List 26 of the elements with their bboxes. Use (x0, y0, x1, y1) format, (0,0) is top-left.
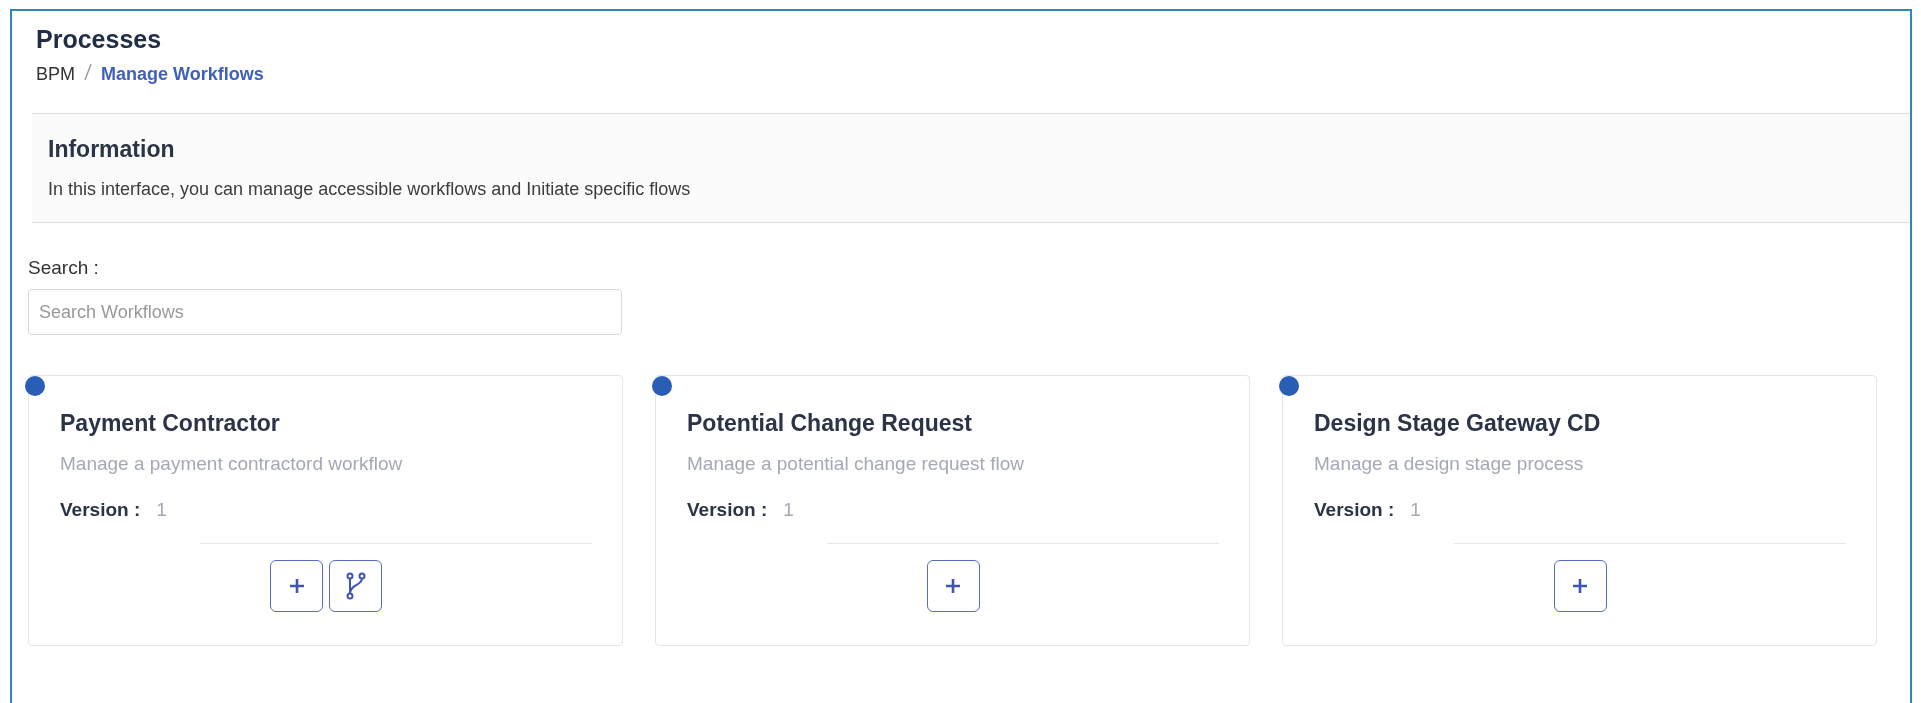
section-title: Information (48, 136, 176, 163)
page-title: Processes (36, 25, 163, 54)
add-button[interactable] (270, 560, 323, 612)
workflow-title: Payment Contractor (60, 410, 281, 437)
workflow-description: Manage a potential change request flow (687, 453, 1025, 475)
version-value: 1 (1410, 499, 1421, 521)
workflow-description: Manage a design stage process (1314, 453, 1585, 475)
version-label: Version : (1314, 499, 1395, 521)
plus-icon (1570, 576, 1590, 596)
version-label: Version : (687, 499, 768, 521)
add-button[interactable] (926, 560, 980, 612)
version-value: 1 (783, 499, 794, 521)
search-field[interactable]: Search Workflows (28, 289, 622, 335)
version-label: Version : (60, 499, 141, 521)
info-text: In this interface, you can manage accessible workflows and Initiate specific flows (48, 179, 692, 200)
breadcrumb-item[interactable]: BPM (36, 64, 75, 85)
search-label: Search : (28, 257, 100, 279)
workflow-description: Manage a payment contractord workflow (60, 453, 404, 475)
version-value: 1 (156, 499, 167, 521)
workflow-title: Potential Change Request (687, 410, 973, 437)
branch-icon (344, 572, 367, 600)
workflow-title: Design Stage Gateway CD (1314, 410, 1602, 437)
add-button[interactable] (1553, 560, 1607, 612)
breadcrumb-item[interactable]: Manage Workflows (101, 64, 264, 85)
branch-button[interactable] (329, 560, 382, 612)
plus-icon (943, 576, 963, 596)
